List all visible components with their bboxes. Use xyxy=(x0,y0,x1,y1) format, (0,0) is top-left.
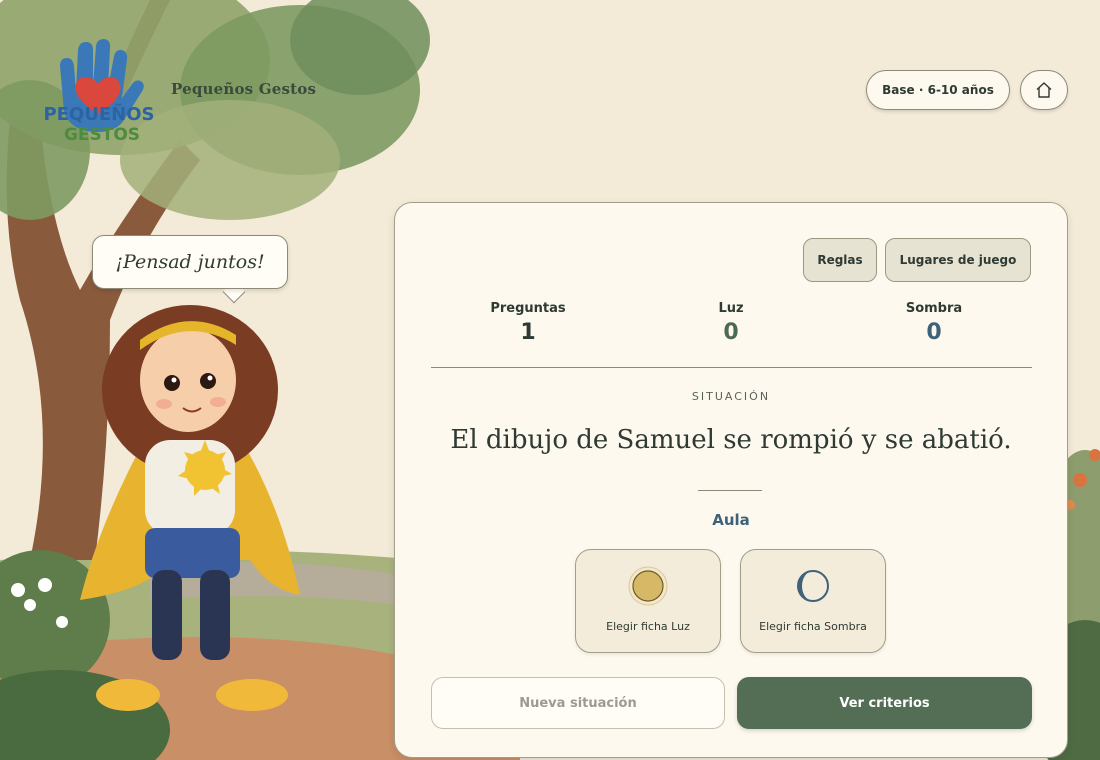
view-criteria-button[interactable]: Ver criterios xyxy=(737,677,1032,729)
home-button[interactable] xyxy=(1020,70,1068,110)
light-count: 0 xyxy=(723,320,739,345)
questions-stat: Preguntas 1 xyxy=(448,301,608,345)
situation-place: Aula xyxy=(712,511,750,529)
shadow-label: Sombra xyxy=(905,301,963,316)
svg-text:PEQUEÑOS: PEQUEÑOS xyxy=(43,102,154,125)
light-label: Luz xyxy=(718,301,744,316)
stats-divider xyxy=(431,367,1032,368)
situation-divider xyxy=(698,490,762,491)
app-logo: PEQUEÑOS GESTOS xyxy=(40,36,158,152)
rules-button[interactable]: Reglas xyxy=(803,238,877,282)
choose-light-token-button[interactable]: Elegir ficha Luz xyxy=(575,549,721,653)
situation-heading: SITUACIÓN xyxy=(691,390,771,403)
game-panel: Reglas Lugares de juego Preguntas 1 Luz … xyxy=(394,202,1068,758)
situation-text: El dibujo de Samuel se rompió y se abati… xyxy=(450,425,1012,455)
shadow-count: 0 xyxy=(926,320,942,345)
shadow-stat: Sombra 0 xyxy=(854,301,1014,345)
questions-label: Preguntas xyxy=(490,301,566,316)
new-situation-button[interactable]: Nueva situación xyxy=(431,677,725,729)
home-icon xyxy=(1036,82,1052,98)
play-places-button[interactable]: Lugares de juego xyxy=(885,238,1031,282)
light-token-label: Elegir ficha Luz xyxy=(606,620,690,633)
age-level-badge[interactable]: Base · 6-10 años xyxy=(866,70,1010,110)
shadow-token-label: Elegir ficha Sombra xyxy=(759,620,867,633)
light-stat: Luz 0 xyxy=(651,301,811,345)
moon-token-icon xyxy=(797,570,829,602)
brand-name: Pequeños Gestos xyxy=(171,80,317,98)
questions-count: 1 xyxy=(520,320,536,345)
svg-text:GESTOS: GESTOS xyxy=(64,125,140,145)
choose-shadow-token-button[interactable]: Elegir ficha Sombra xyxy=(740,549,886,653)
sun-token-icon xyxy=(628,566,668,606)
logo-hand-heart-icon: PEQUEÑOS GESTOS xyxy=(43,39,155,145)
speech-bubble: ¡Pensad juntos! xyxy=(92,235,288,289)
